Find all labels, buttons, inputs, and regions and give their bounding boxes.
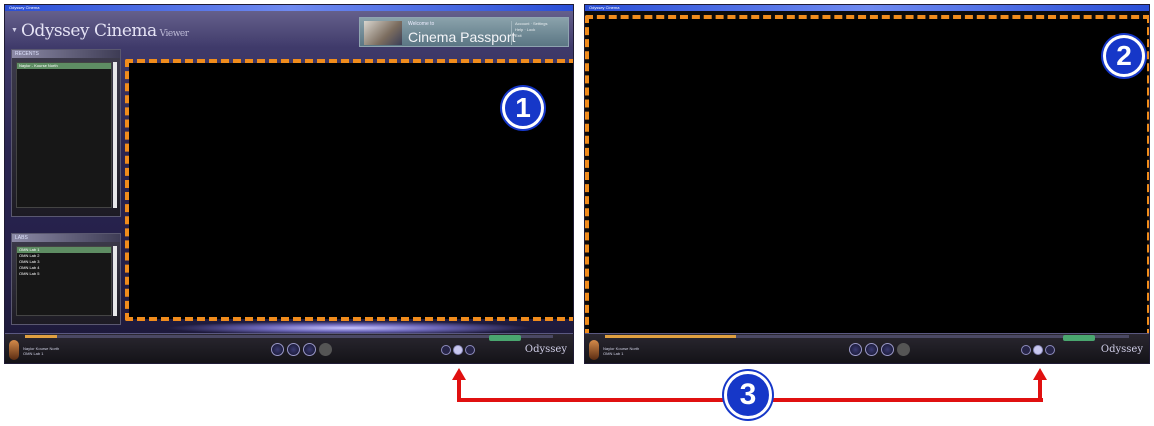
play-button[interactable] [865, 343, 878, 356]
avatar [589, 340, 599, 360]
status-button[interactable] [1063, 335, 1095, 341]
viewing-area-highlight [585, 15, 1149, 337]
arrow-line [1038, 378, 1042, 402]
passport-link[interactable]: Exit [515, 33, 565, 39]
brand-logo: Odyssey [524, 344, 567, 355]
callout-badge-2: 2 [1103, 35, 1145, 77]
labs-header: LABS [12, 234, 120, 242]
app-header: ▼ Odyssey Cinema Viewer Welcome to Cinema… [5, 11, 573, 51]
screenshot-annotation: Odyssey Cinema ▼ Odyssey Cinema Viewer We… [0, 0, 1154, 426]
brand-logo: Odyssey [1100, 344, 1143, 355]
forward-button[interactable] [303, 343, 316, 356]
callout-badge-1: 1 [502, 87, 544, 129]
passport-photo [364, 21, 402, 45]
rewind-button[interactable] [271, 343, 284, 356]
callout-badge-3: 3 [724, 371, 772, 419]
labs-panel: LABS OMN Lab 1 OMN Lab 2 OMN Lab 3 OMN L… [11, 233, 121, 325]
transport-controls [271, 343, 332, 356]
now-playing-text: Naylor Kourse North OMN Lab 1 [603, 346, 639, 356]
control-bar: Naylor Kourse North OMN Lab 1 Odyssey [5, 333, 573, 363]
now-playing-line: OMN Lab 1 [603, 351, 624, 356]
seek-progress [605, 335, 736, 338]
fullscreen-toggle-button[interactable] [1033, 345, 1043, 355]
cinema-passport-banner[interactable]: Welcome to Cinema Passport Account · Set… [359, 17, 569, 47]
recents-list: Naylor - Kourse North [16, 62, 112, 208]
control-bar: Naylor Kourse North OMN Lab 1 Odyssey [585, 333, 1149, 363]
seek-bar[interactable] [605, 335, 1129, 338]
avatar [9, 340, 19, 360]
logo-suffix: Viewer [159, 29, 189, 39]
seek-progress [25, 335, 57, 338]
rewind-button[interactable] [849, 343, 862, 356]
now-playing-text: Naylor Kourse North OMN Lab 1 [23, 346, 59, 356]
transport-controls [849, 343, 910, 356]
logo-text: Odyssey Cinema [21, 21, 157, 41]
passport-welcome: Welcome to [408, 21, 435, 27]
status-button[interactable] [489, 335, 521, 341]
forward-button[interactable] [881, 343, 894, 356]
passport-links: Account · Settings Help · Lock Exit [511, 21, 565, 45]
app-logo: Odyssey Cinema Viewer [21, 21, 189, 41]
viewer-window-normal: Odyssey Cinema ▼ Odyssey Cinema Viewer We… [4, 4, 574, 364]
play-button[interactable] [287, 343, 300, 356]
viewer-window-fullscreen: Odyssey Cinema 2 Naylor Kourse North OMN… [584, 4, 1150, 364]
list-item[interactable]: OMN Lab 5 [17, 271, 111, 277]
list-item[interactable]: Naylor - Kourse North [17, 63, 111, 69]
recents-header: RECENTS [12, 50, 120, 58]
fullscreen-toggle-button[interactable] [453, 345, 463, 355]
stop-button[interactable] [319, 343, 332, 356]
menu-dropdown-icon[interactable]: ▼ [11, 27, 18, 34]
recents-scrollbar[interactable] [113, 62, 117, 208]
labs-list: OMN Lab 1 OMN Lab 2 OMN Lab 3 OMN Lab 4 … [16, 246, 112, 316]
labs-scrollbar[interactable] [113, 246, 117, 316]
now-playing-line: OMN Lab 1 [23, 351, 44, 356]
view-mode-buttons [441, 345, 475, 355]
view-mode-buttons [1021, 345, 1055, 355]
passport-title: Cinema Passport [408, 29, 516, 45]
view-mode-button[interactable] [441, 345, 451, 355]
window-titlebar: Odyssey Cinema [585, 5, 1149, 11]
view-mode-button[interactable] [1021, 345, 1031, 355]
view-mode-button[interactable] [1045, 345, 1055, 355]
stop-button[interactable] [897, 343, 910, 356]
view-mode-button[interactable] [465, 345, 475, 355]
recents-panel: RECENTS Naylor - Kourse North [11, 49, 121, 217]
seek-bar[interactable] [25, 335, 553, 338]
